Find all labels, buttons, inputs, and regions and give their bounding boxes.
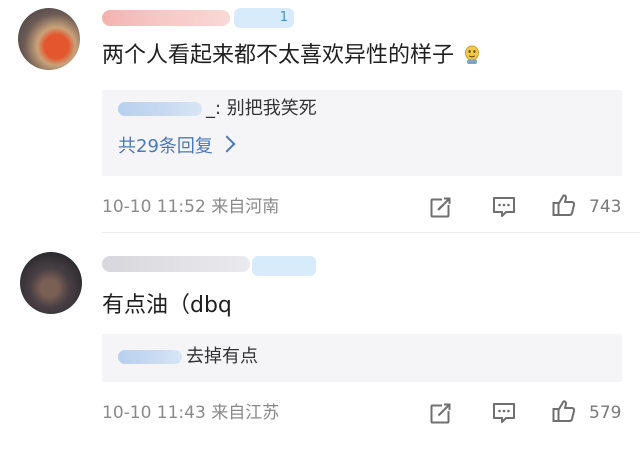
comment-location: 来自江苏 <box>211 403 280 423</box>
reply-preview[interactable]: _: 别把我笑死 共29条回复 <box>102 90 622 176</box>
avatar[interactable] <box>20 252 82 314</box>
comment-icon[interactable] <box>491 194 517 220</box>
user-badge-label: 1 <box>279 10 288 25</box>
username-redacted[interactable] <box>102 10 230 26</box>
reply-username-redacted[interactable] <box>118 350 182 364</box>
comment-location: 来自河南 <box>211 197 280 217</box>
reply-preview[interactable]: 去掉有点 <box>102 334 622 382</box>
user-badge <box>252 256 316 276</box>
thumbs-up-icon[interactable] <box>551 192 577 218</box>
user-badge: 1 <box>234 8 294 28</box>
view-replies-label: 共29条回复 <box>118 136 213 157</box>
like-count: 743 <box>589 197 622 217</box>
view-replies-link[interactable]: 共29条回复 <box>118 135 236 159</box>
avatar[interactable] <box>18 8 80 70</box>
emoji-icon <box>465 45 480 64</box>
chevron-right-icon <box>218 135 236 153</box>
comment-meta: 10-10 11:52 来自河南 <box>102 196 279 218</box>
reply-text: 去掉有点 <box>186 346 258 367</box>
comment-time: 10-10 11:43 <box>102 403 206 423</box>
comment-icon[interactable] <box>491 400 517 426</box>
reply-text: _: 别把我笑死 <box>206 98 317 119</box>
share-icon[interactable] <box>428 400 454 426</box>
thumbs-up-icon[interactable] <box>551 398 577 424</box>
divider <box>102 232 640 233</box>
comment-text: 两个人看起来都不太喜欢异性的样子 <box>102 41 481 71</box>
like-count: 579 <box>589 403 622 423</box>
comment-text-content: 两个人看起来都不太喜欢异性的样子 <box>102 43 455 68</box>
comment-meta: 10-10 11:43 来自江苏 <box>102 402 279 424</box>
username-redacted[interactable] <box>102 256 250 272</box>
comment-text: 有点油（dbq <box>102 293 232 318</box>
reply-username-redacted[interactable] <box>118 102 202 116</box>
comment-time: 10-10 11:52 <box>102 197 206 217</box>
share-icon[interactable] <box>428 194 454 220</box>
